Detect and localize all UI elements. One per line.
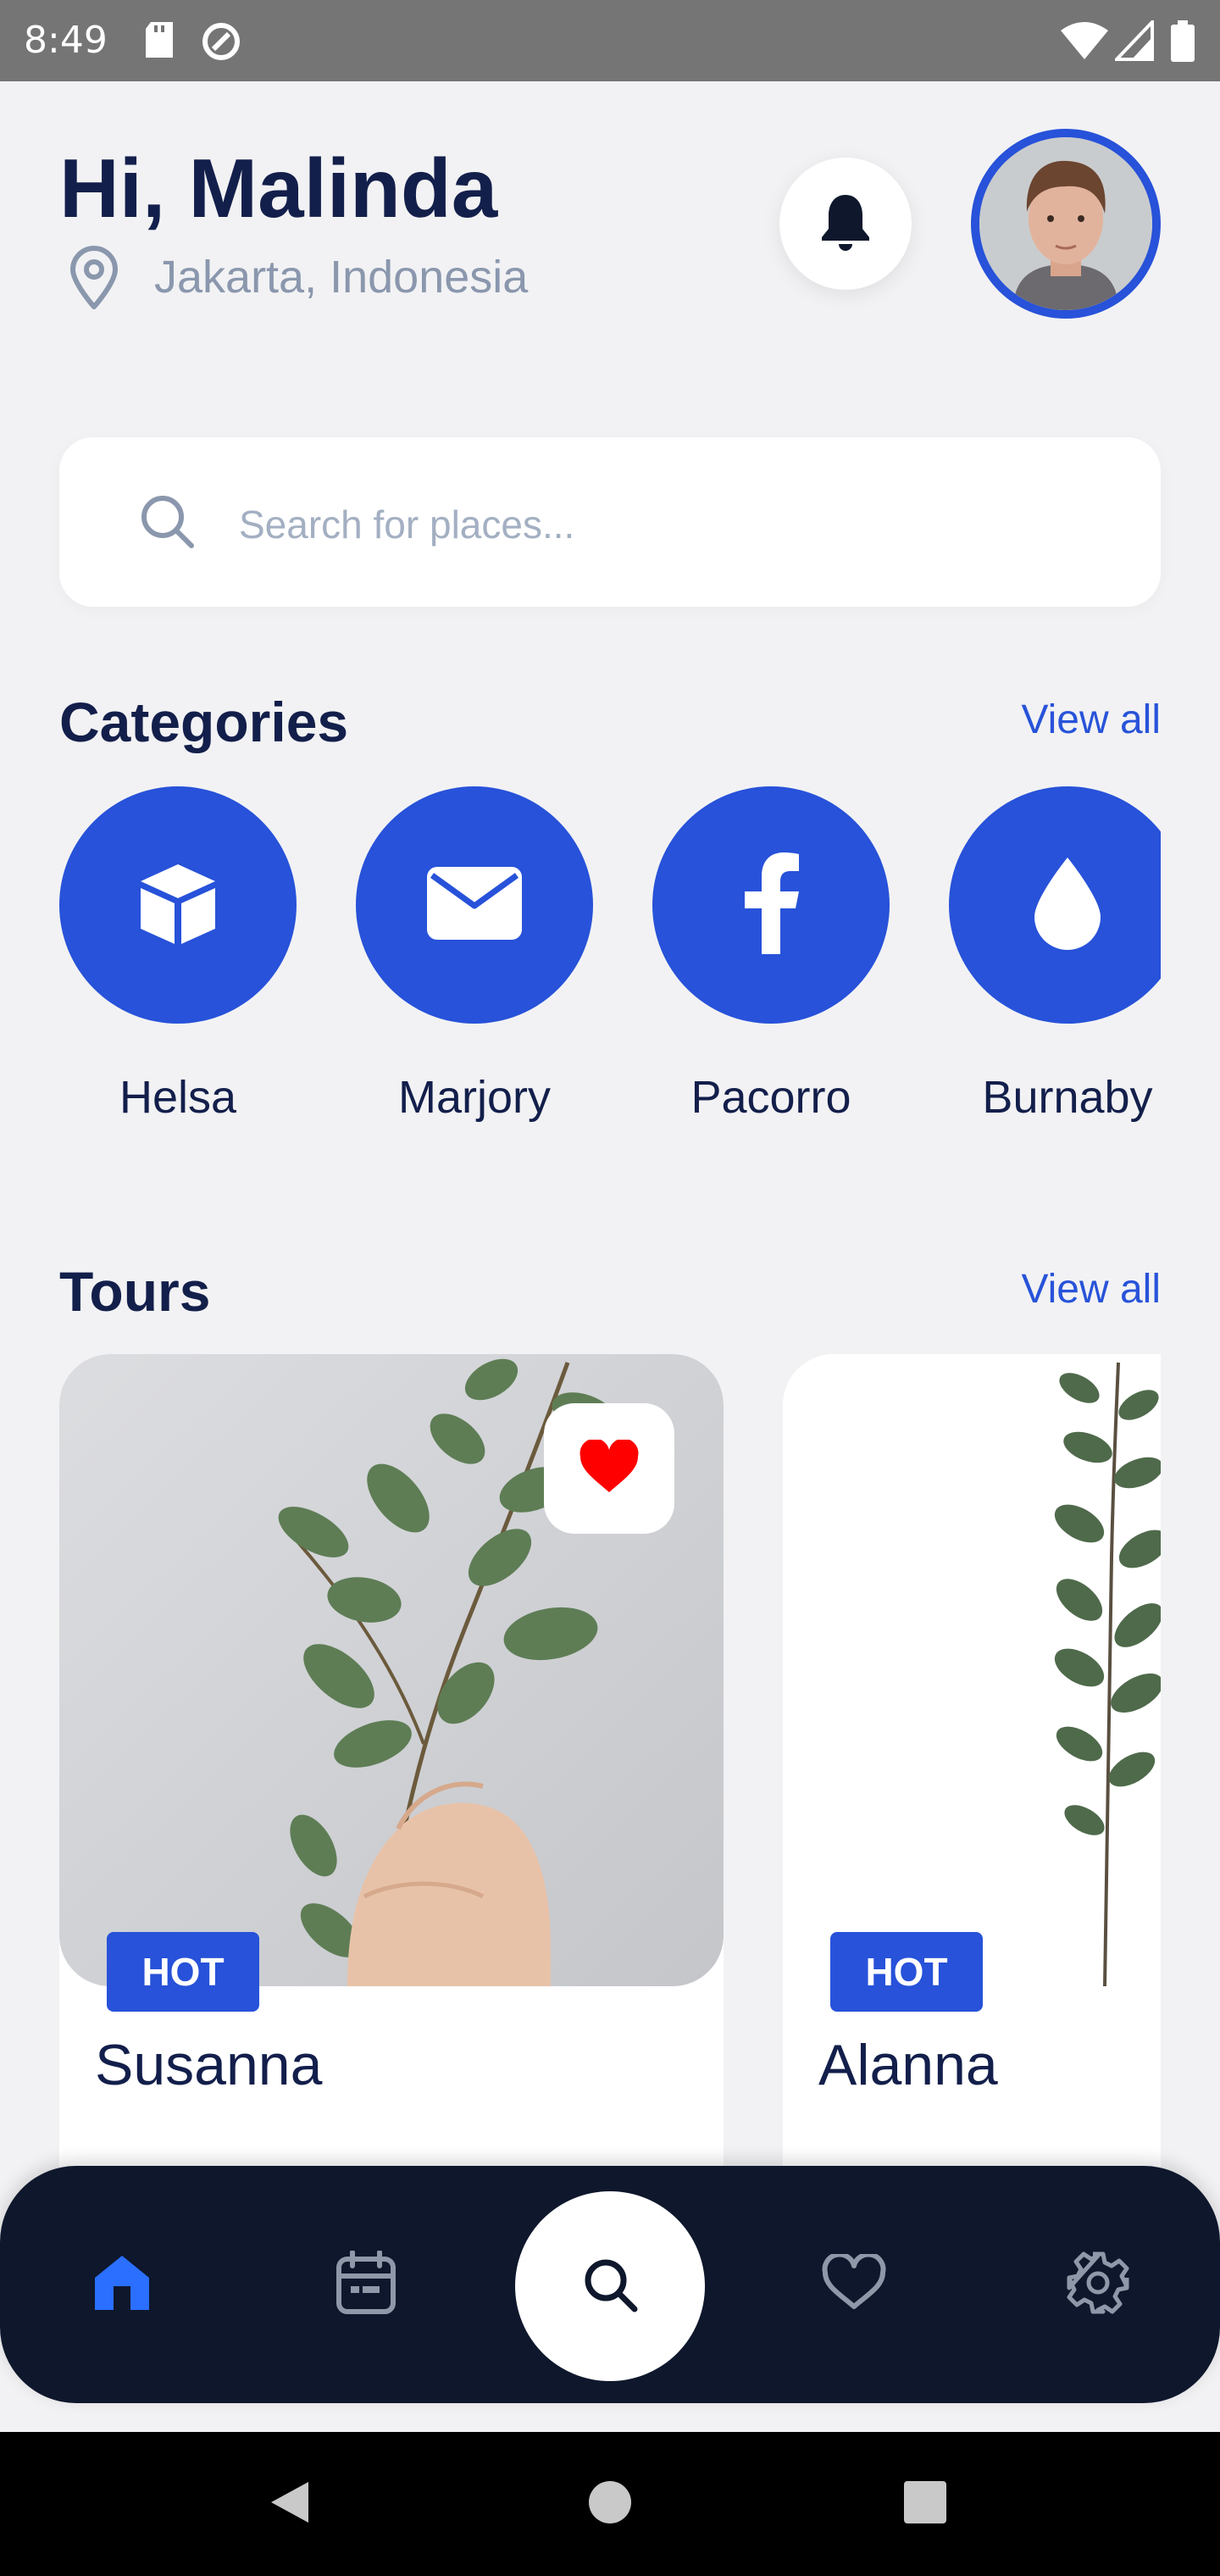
box-icon: [134, 859, 222, 952]
favorite-button[interactable]: [544, 1403, 674, 1534]
hot-badge: HOT: [107, 1932, 259, 2012]
tour-name: Susanna: [95, 2033, 323, 2097]
calendar-icon: [336, 2249, 396, 2319]
category-label: Marjory: [397, 1072, 551, 1123]
category-item-pacorro[interactable]: Pacorro: [652, 786, 890, 1124]
category-label: Burnaby: [982, 1072, 1153, 1123]
recents-button[interactable]: [874, 2432, 976, 2576]
avatar[interactable]: [971, 129, 1161, 319]
heart-icon: [579, 1438, 640, 1498]
nav-settings[interactable]: [1030, 2166, 1166, 2403]
sync-icon: [200, 20, 242, 67]
back-triangle-icon: [266, 2479, 313, 2530]
battery-icon: [1169, 20, 1196, 67]
location-text: Jakarta, Indonesia: [154, 252, 529, 303]
tour-image: [783, 1354, 1161, 1986]
categories-view-all-link[interactable]: View all: [1021, 697, 1161, 743]
status-time: 8:49: [24, 19, 108, 62]
bell-icon: [818, 192, 873, 257]
signal-icon: [1112, 18, 1154, 65]
categories-list: Helsa Marjory Pacorro Burnaby: [59, 786, 1161, 1142]
wifi-icon: [1059, 20, 1110, 65]
hot-badge: HOT: [830, 1932, 983, 2012]
settings-icon: [1066, 2251, 1130, 2319]
category-label: Helsa: [119, 1072, 237, 1123]
category-label: Pacorro: [690, 1072, 851, 1123]
nav-search-button[interactable]: [515, 2191, 705, 2381]
envelope-icon: [427, 866, 522, 944]
recents-square-icon: [901, 2479, 949, 2530]
sd-card-icon: [142, 20, 176, 64]
search-bar[interactable]: Search for places...: [59, 437, 1161, 607]
category-item-helsa[interactable]: Helsa: [59, 786, 297, 1124]
facebook-icon: [741, 852, 801, 958]
back-button[interactable]: [239, 2432, 341, 2576]
tour-name: Alanna: [818, 2033, 998, 2097]
tours-view-all-link[interactable]: View all: [1021, 1266, 1161, 1313]
home-icon: [92, 2252, 152, 2318]
category-item-burnaby[interactable]: Burnaby: [949, 786, 1161, 1124]
search-input[interactable]: Search for places...: [239, 502, 574, 547]
category-item-marjory[interactable]: Marjory: [356, 786, 593, 1124]
home-button[interactable]: [559, 2432, 661, 2576]
home-circle-icon: [586, 2479, 634, 2530]
nav-favorites[interactable]: [786, 2166, 922, 2403]
categories-title: Categories: [59, 691, 349, 753]
tours-list: HOT Susanna HOT Alanna: [59, 1354, 1161, 2210]
droplet-icon: [1031, 856, 1104, 955]
system-nav-bar: [0, 2432, 1220, 2576]
notifications-button[interactable]: [779, 158, 912, 290]
nav-calendar[interactable]: [298, 2166, 434, 2403]
bottom-nav: [0, 2166, 1220, 2403]
search-icon: [137, 491, 198, 557]
tour-card-alanna[interactable]: HOT Alanna: [783, 1354, 1161, 2210]
heart-icon: [822, 2251, 886, 2316]
greeting-title: Hi, Malinda: [59, 142, 498, 235]
nav-home[interactable]: [54, 2166, 190, 2403]
tours-title: Tours: [59, 1260, 211, 1323]
tour-card-susanna[interactable]: HOT Susanna: [59, 1354, 724, 2210]
status-bar: 8:49: [0, 0, 1220, 81]
location-pin-icon: [64, 246, 124, 314]
search-icon: [580, 2255, 640, 2318]
